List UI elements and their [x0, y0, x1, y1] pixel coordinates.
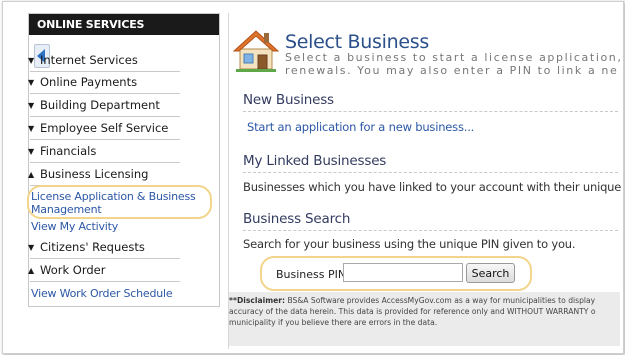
disclaimer: **Disclaimer: BS&A Software provides Acc… [229, 295, 617, 339]
view-my-activity-link[interactable]: View My Activity [31, 220, 211, 233]
triangle-down-icon: ▼ [28, 78, 35, 87]
section-divider [243, 111, 618, 112]
triangle-down-icon: ▼ [28, 101, 35, 110]
sidebar-header: ONLINE SERVICES [29, 14, 219, 35]
view-work-order-schedule-link[interactable]: View Work Order Schedule [31, 287, 211, 300]
sidebar-item-label: Citizens' Requests [40, 240, 145, 254]
sidebar-item-work-order[interactable]: ▲ Work Order [28, 260, 203, 280]
triangle-up-icon: ▲ [28, 170, 35, 179]
triangle-down-icon: ▼ [28, 56, 35, 65]
disclaimer-label: **Disclaimer: [229, 296, 286, 305]
sidebar-item-online-payments[interactable]: ▼ Online Payments [28, 72, 203, 92]
subtitle-line2: renewals. You may also enter a PIN to li… [285, 64, 619, 77]
house-icon [232, 30, 280, 72]
sidebar-item-building-department[interactable]: ▼ Building Department [28, 95, 203, 115]
divider [30, 116, 180, 117]
sidebar-item-employee-self-service[interactable]: ▼ Employee Self Service [28, 118, 203, 138]
divider [30, 93, 180, 94]
disclaimer-line2: accuracy of the data herein. This data i… [229, 307, 596, 316]
sidebar-item-internet-services[interactable]: ▼ Internet Services [28, 50, 203, 70]
search-button[interactable]: Search [466, 263, 515, 283]
divider [30, 162, 180, 163]
linked-businesses-heading: My Linked Businesses [243, 153, 387, 169]
sidebar-item-financials[interactable]: ▼ Financials [28, 141, 203, 161]
section-divider [243, 230, 618, 231]
start-new-business-link[interactable]: Start an application for a new business.… [247, 120, 474, 134]
triangle-down-icon: ▼ [28, 243, 35, 252]
business-search-heading: Business Search [243, 211, 351, 227]
sidebar-item-label: Business Licensing [40, 167, 149, 181]
triangle-down-icon: ▼ [28, 124, 35, 133]
sidebar-item-label: Building Department [40, 98, 160, 112]
divider [30, 139, 180, 140]
sidebar-item-label: Financials [40, 144, 97, 158]
divider [30, 258, 180, 259]
disclaimer-line3: municipality if you believe there are er… [229, 318, 438, 327]
triangle-down-icon: ▼ [28, 147, 35, 156]
sidebar-item-label: Internet Services [40, 53, 138, 67]
new-business-heading: New Business [243, 92, 334, 108]
disclaimer-line1: BS&A Software provides AccessMyGov.com a… [287, 296, 596, 305]
business-pin-input[interactable] [343, 263, 463, 282]
section-divider [243, 172, 618, 173]
page-title: Select Business [285, 31, 429, 53]
subtitle-line1: Select a business to start a license app… [285, 51, 623, 64]
business-search-text: Search for your business using the uniqu… [243, 237, 576, 251]
sidebar-item-label: Employee Self Service [40, 121, 169, 135]
sidebar-item-business-licensing[interactable]: ▲ Business Licensing [28, 164, 203, 184]
sidebar-item-citizens-requests[interactable]: ▼ Citizens' Requests [28, 237, 203, 257]
sidebar-item-label: Online Payments [40, 75, 138, 89]
page-subtitle: Select a business to start a license app… [285, 51, 625, 77]
divider [30, 281, 180, 282]
linked-businesses-text: Businesses which you have linked to your… [243, 180, 625, 194]
sidebar-item-label: Work Order [40, 263, 106, 277]
business-pin-label: Business PIN: [276, 268, 350, 281]
triangle-up-icon: ▲ [28, 266, 35, 275]
highlight-license-link [27, 185, 212, 219]
